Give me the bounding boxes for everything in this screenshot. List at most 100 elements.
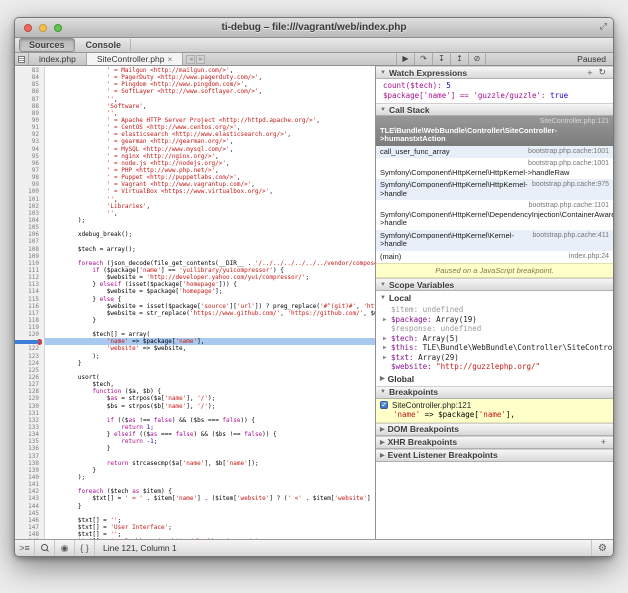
gutter-line-number[interactable]: 125	[15, 367, 45, 374]
scope-variable[interactable]: ▶$package: Array(19)	[376, 315, 613, 325]
tab-scroll-next-icon[interactable]: ▸	[196, 55, 205, 64]
gutter-line-number[interactable]: 113	[15, 281, 45, 288]
gutter-line-number[interactable]	[15, 338, 45, 345]
gutter-line-number[interactable]: 147	[15, 524, 45, 531]
gutter-line-number[interactable]: 134	[15, 431, 45, 438]
gutter-line-number[interactable]: 142	[15, 488, 45, 495]
event-listener-breakpoints-header[interactable]: ▶ Event Listener Breakpoints	[376, 449, 613, 462]
callstack-frame[interactable]: bootstrap.php.cache:411Symfony\Component…	[376, 230, 613, 251]
gutter-line-number[interactable]: 83	[15, 67, 45, 74]
search-icon[interactable]	[35, 540, 55, 556]
gutter-line-number[interactable]: 126	[15, 374, 45, 381]
gutter-line-number[interactable]: 97	[15, 167, 45, 174]
gutter-line-number[interactable]: 128	[15, 388, 45, 395]
close-window-button[interactable]	[24, 24, 32, 32]
titlebar[interactable]: ti-debug – file:///vagrant/web/index.php…	[15, 18, 613, 38]
callstack-frame[interactable]: bootstrap.php.cache:1101Symfony\Componen…	[376, 200, 613, 230]
gutter-line-number[interactable]: 120	[15, 331, 45, 338]
gutter-line-number[interactable]: 133	[15, 424, 45, 431]
gutter-line-number[interactable]: 124	[15, 360, 45, 367]
gutter-line-number[interactable]: 132	[15, 417, 45, 424]
breakpoint-checkbox[interactable]: ✓	[380, 401, 388, 409]
resume-button[interactable]: ▶	[396, 53, 414, 65]
gutter-line-number[interactable]: 96	[15, 160, 45, 167]
console-drawer-icon[interactable]: >≡	[15, 540, 35, 556]
add-xhr-breakpoint-button[interactable]: +	[598, 437, 609, 447]
gutter-line-number[interactable]: 98	[15, 174, 45, 181]
gutter-line-number[interactable]: 106	[15, 231, 45, 238]
scope-variable[interactable]: ▶$txt: Array(29)	[376, 353, 613, 363]
step-into-button[interactable]: ↧	[432, 53, 450, 65]
disclosure-right-icon[interactable]: ▶	[383, 334, 387, 344]
callstack-frame[interactable]: index.php:24(main)	[376, 251, 613, 264]
scope-variable[interactable]: ▶$tech: Array(5)	[376, 334, 613, 344]
scope-global-header[interactable]: ▶ Global	[376, 372, 613, 386]
file-tab-index[interactable]: index.php	[29, 53, 87, 65]
gutter-line-number[interactable]: 93	[15, 138, 45, 145]
gutter-line-number[interactable]: 143	[15, 495, 45, 502]
watch-expressions-header[interactable]: ▼ Watch Expressions + ↻	[376, 66, 613, 79]
gear-icon[interactable]: ⚙	[591, 540, 613, 556]
breakpoints-header[interactable]: ▼ Breakpoints	[376, 386, 613, 399]
add-watch-button[interactable]: +	[584, 68, 595, 78]
gutter-line-number[interactable]: 104	[15, 217, 45, 224]
gutter-line-number[interactable]: 131	[15, 410, 45, 417]
gutter-line-number[interactable]: 130	[15, 403, 45, 410]
refresh-watch-button[interactable]: ↻	[595, 67, 609, 78]
gutter-line-number[interactable]: 118	[15, 317, 45, 324]
gutter-line-number[interactable]: 144	[15, 503, 45, 510]
errors-indicator-icon[interactable]: ◉	[55, 540, 75, 556]
gutter-line-number[interactable]: 95	[15, 153, 45, 160]
gutter-line-number[interactable]: 119	[15, 324, 45, 331]
fullscreen-icon[interactable]: ⤢	[600, 21, 607, 32]
gutter-line-number[interactable]: 117	[15, 310, 45, 317]
gutter-line-number[interactable]: 90	[15, 117, 45, 124]
gutter-line-number[interactable]: 107	[15, 238, 45, 245]
gutter-line-number[interactable]: 115	[15, 296, 45, 303]
tab-console[interactable]: Console	[77, 39, 132, 51]
gutter-line-number[interactable]: 129	[15, 395, 45, 402]
dom-breakpoints-header[interactable]: ▶ DOM Breakpoints	[376, 423, 613, 436]
gutter-line-number[interactable]: 149	[15, 538, 45, 539]
gutter-line-number[interactable]: 86	[15, 88, 45, 95]
callstack-frame[interactable]: bootstrap.php.cache:975Symfony\Component…	[376, 179, 613, 200]
gutter-line-number[interactable]: 136	[15, 445, 45, 452]
gutter-line-number[interactable]: 108	[15, 246, 45, 253]
gutter-line-number[interactable]: 139	[15, 467, 45, 474]
gutter-line-number[interactable]: 148	[15, 531, 45, 538]
gutter-line-number[interactable]: 89	[15, 110, 45, 117]
watch-expression[interactable]: count($tech): 5	[376, 81, 613, 91]
xhr-breakpoints-header[interactable]: ▶ XHR Breakpoints +	[376, 436, 613, 449]
disclosure-right-icon[interactable]: ▶	[383, 343, 387, 353]
gutter-line-number[interactable]: 138	[15, 460, 45, 467]
scope-local-header[interactable]: ▼ Local	[376, 291, 613, 305]
scope-variable[interactable]: $response: undefined	[376, 324, 613, 334]
watch-expression[interactable]: $package['name'] == 'guzzle/guzzle': tru…	[376, 91, 613, 101]
step-out-button[interactable]: ↥	[450, 53, 468, 65]
gutter-line-number[interactable]: 103	[15, 210, 45, 217]
gutter-line-number[interactable]: 137	[15, 453, 45, 460]
gutter-line-number[interactable]: 122	[15, 345, 45, 352]
gutter-line-number[interactable]: 85	[15, 81, 45, 88]
gutter-line-number[interactable]: 135	[15, 438, 45, 445]
gutter-line-number[interactable]: 101	[15, 196, 45, 203]
gutter-line-number[interactable]: 84	[15, 74, 45, 81]
file-navigator-icon[interactable]	[15, 53, 29, 65]
gutter-line-number[interactable]: 111	[15, 267, 45, 274]
callstack-frame[interactable]: bootstrap.php.cache:1001call_user_func_a…	[376, 146, 613, 159]
pretty-print-icon[interactable]: { }	[75, 540, 95, 556]
gutter-line-number[interactable]: 146	[15, 517, 45, 524]
gutter-line-number[interactable]: 99	[15, 181, 45, 188]
callstack-frame[interactable]: bootstrap.php.cache:1001Symfony\Componen…	[376, 158, 613, 179]
minimize-window-button[interactable]	[39, 24, 47, 32]
scope-variable[interactable]: $website: "http://guzzlephp.org/"	[376, 362, 613, 372]
deactivate-breakpoints-button[interactable]: ⊘	[468, 53, 486, 65]
tab-scroll-prev-icon[interactable]: ◂	[186, 55, 195, 64]
gutter-line-number[interactable]: 123	[15, 353, 45, 360]
gutter-line-number[interactable]: 92	[15, 131, 45, 138]
call-stack-header[interactable]: ▼ Call Stack	[376, 103, 613, 116]
scope-variable[interactable]: $item: undefined	[376, 305, 613, 315]
disclosure-right-icon[interactable]: ▶	[383, 353, 387, 363]
gutter-line-number[interactable]: 109	[15, 253, 45, 260]
zoom-window-button[interactable]	[54, 24, 62, 32]
